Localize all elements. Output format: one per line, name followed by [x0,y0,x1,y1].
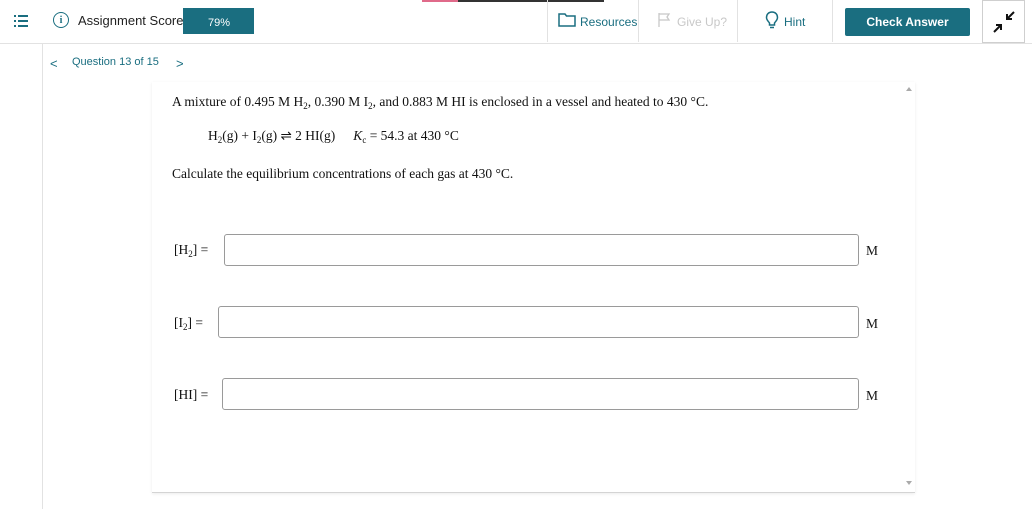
i2-unit: M [866,316,879,331]
collapse-button[interactable] [982,0,1025,43]
check-answer-button[interactable]: Check Answer [845,8,970,36]
h2-concentration-input[interactable] [224,234,859,266]
hi-concentration-input[interactable] [222,378,859,410]
panel-scrollbar[interactable] [903,84,915,489]
previous-question-button[interactable]: < [50,56,58,71]
assignment-score-label: Assignment Score: [78,13,188,28]
h2-unit: M [866,243,879,258]
i2-concentration-input[interactable] [218,306,859,338]
left-rail [0,0,43,509]
give-up-button[interactable]: Give Up? [637,0,738,42]
collapse-arrows-icon [993,11,1015,33]
resources-label: Resources [580,15,638,29]
hint-button[interactable]: Hint [737,0,833,42]
info-icon[interactable]: i [53,12,69,28]
resources-button[interactable]: Resources [547,0,639,42]
question-counter: Question 13 of 15 [72,56,159,68]
flag-icon [658,13,671,27]
hint-label: Hint [784,15,806,29]
assignment-score-value: 79% [183,8,254,34]
hi-label: [HI] = [174,387,209,402]
folder-icon [558,13,576,27]
list-menu-icon[interactable] [13,13,29,29]
h2-label: [H2] = [174,242,209,259]
next-question-button[interactable]: > [176,56,184,71]
equilibrium-arrow: ⇌ [280,128,292,143]
instruction-text: Calculate the equilibrium concentrations… [172,166,514,181]
problem-statement: A mixture of 0.495 M H2, 0.390 M I2, and… [172,94,709,111]
top-toolbar: i Assignment Score: 79% Resources Give U… [0,0,1032,44]
i2-label: [I2] = [174,315,203,332]
hi-unit: M [866,388,879,403]
scroll-up-arrow[interactable] [906,87,912,91]
scroll-down-arrow[interactable] [906,481,912,485]
give-up-label: Give Up? [677,15,728,29]
progress-segment [422,0,458,2]
reaction-equation: H2(g) + I2(g) ⇌ 2 HI(g) Kc = 54.3 at 430 … [208,128,459,145]
lightbulb-icon [765,11,779,29]
